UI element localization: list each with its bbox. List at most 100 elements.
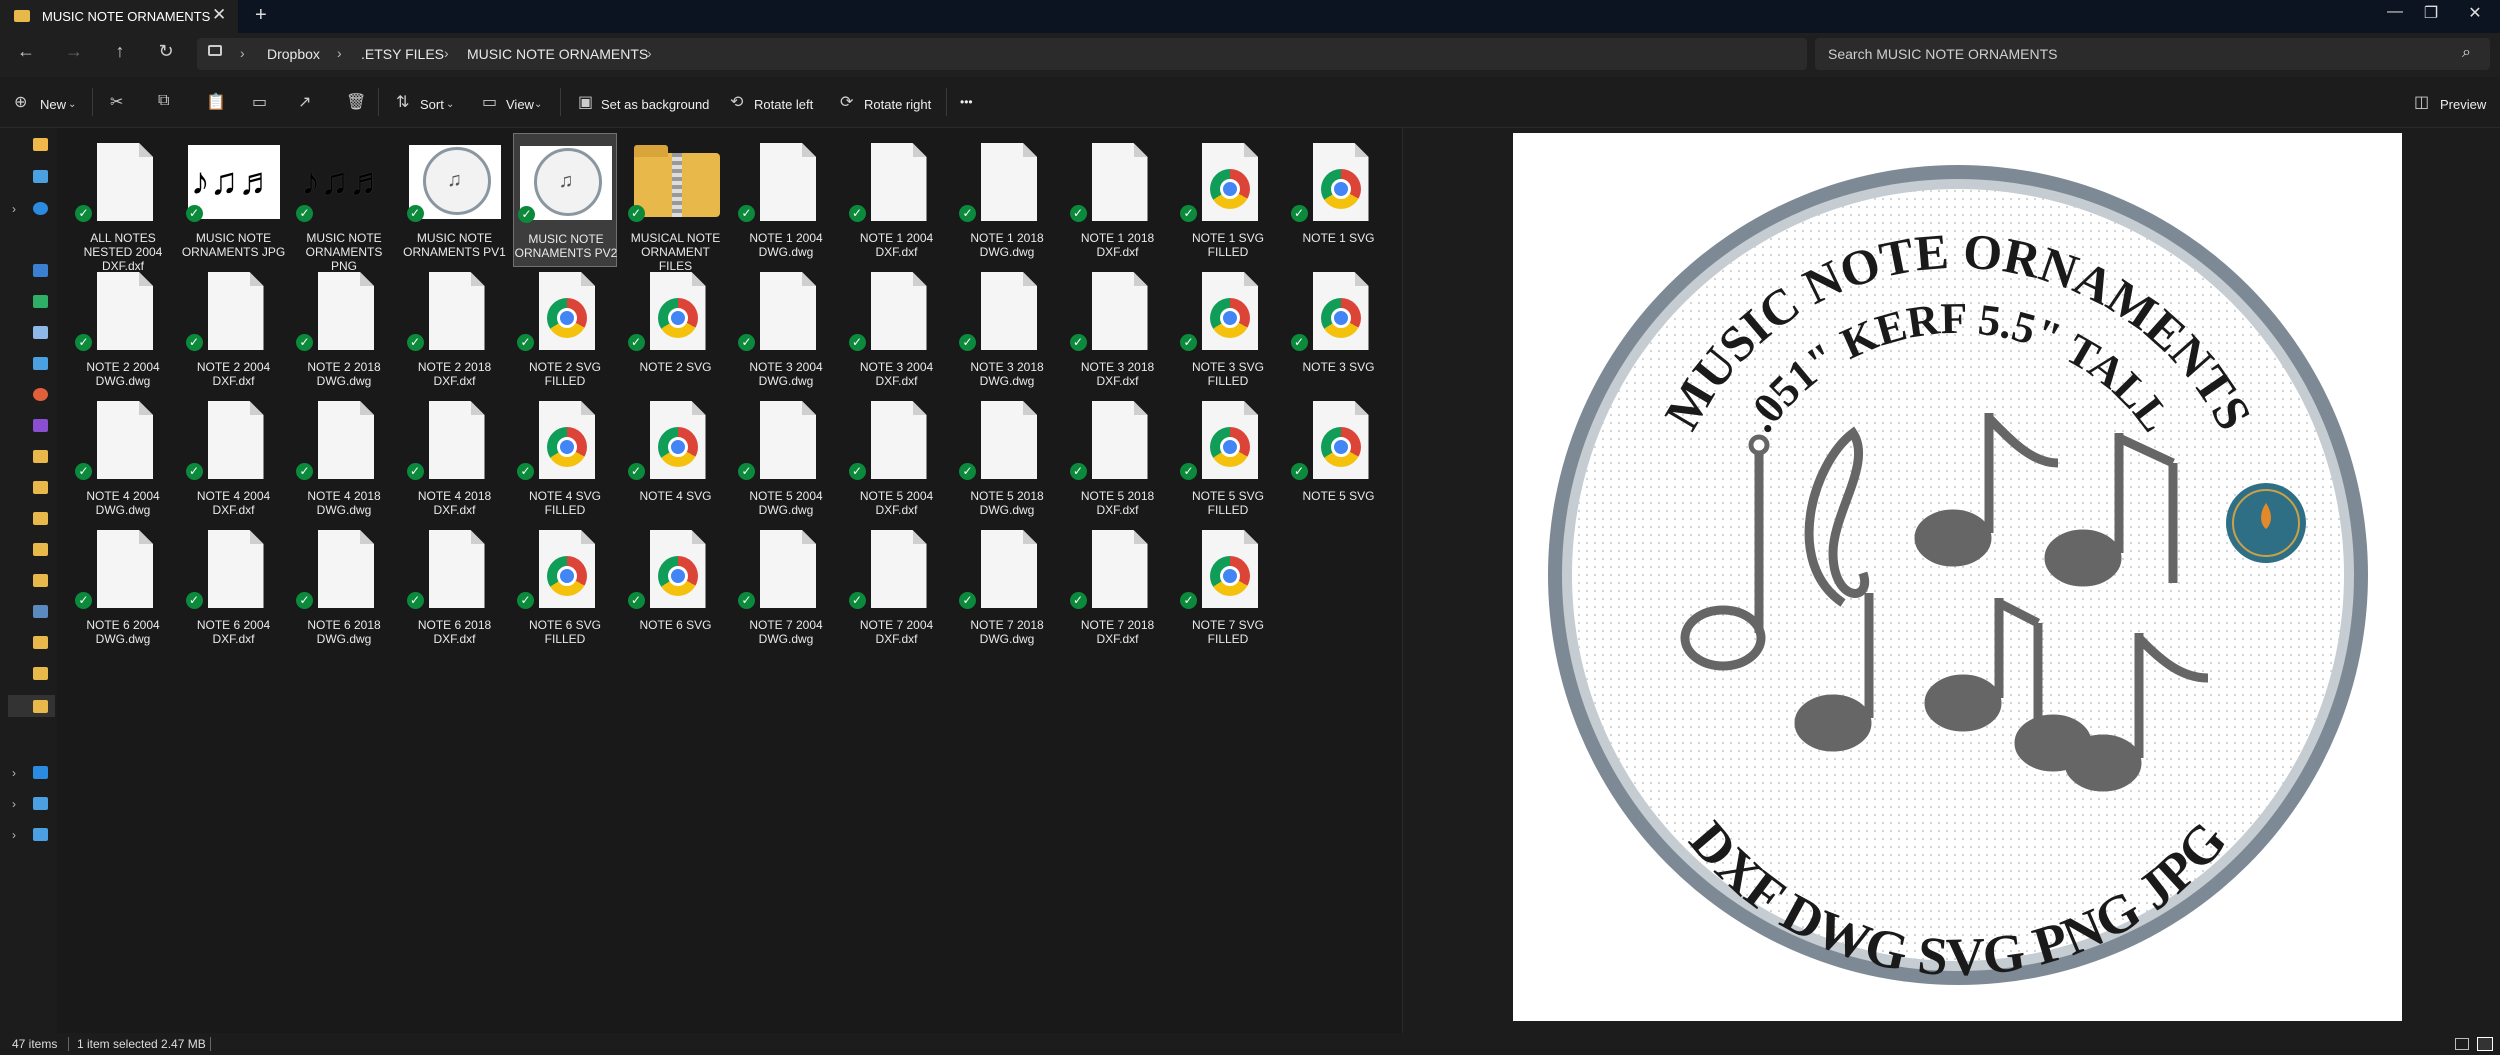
minimize-button[interactable]: —: [2380, 3, 2410, 21]
file-item[interactable]: ✓ NOTE 3 2004 DWG.dwg: [734, 262, 838, 396]
refresh-button[interactable]: ↻: [152, 41, 180, 62]
file-item[interactable]: ✓ NOTE 7 2018 DWG.dwg: [955, 520, 1059, 654]
folder-icon[interactable]: [33, 450, 48, 463]
file-item[interactable]: ✓ NOTE 7 SVG FILLED: [1176, 520, 1280, 654]
file-item[interactable]: ✓ NOTE 7 2004 DXF.dxf: [845, 520, 949, 654]
file-item[interactable]: ✓ NOTE 6 SVG FILLED: [513, 520, 617, 654]
this-pc-icon[interactable]: [33, 797, 48, 810]
file-item[interactable]: ✓ NOTE 2 2004 DWG.dwg: [71, 262, 175, 396]
tab-music-note-ornaments[interactable]: MUSIC NOTE ORNAMENTS ✕: [0, 0, 238, 33]
large-icons-view-icon[interactable]: [2477, 1037, 2493, 1051]
cut-icon[interactable]: ✂: [110, 92, 123, 112]
file-item[interactable]: ♪♫♬ ✓ MUSIC NOTE ORNAMENTS PNG: [292, 133, 396, 273]
file-item[interactable]: ✓ NOTE 4 SVG: [624, 391, 728, 525]
breadcrumb-music-note-ornaments[interactable]: MUSIC NOTE ORNAMENTS: [467, 46, 648, 62]
file-item[interactable]: ♫ ✓ MUSIC NOTE ORNAMENTS PV1: [403, 133, 507, 267]
folder-icon[interactable]: [33, 574, 48, 587]
tab-close-button[interactable]: ✕: [212, 5, 226, 25]
file-item[interactable]: ✓ NOTE 3 SVG: [1287, 262, 1391, 396]
rotate-right-button[interactable]: Rotate right: [864, 97, 931, 112]
breadcrumb-etsy-files[interactable]: .ETSY FILES: [361, 46, 444, 62]
file-item[interactable]: ✓ NOTE 1 2004 DWG.dwg: [734, 133, 838, 267]
file-item[interactable]: ✓ NOTE 4 2004 DXF.dxf: [182, 391, 286, 525]
downloads-icon[interactable]: [33, 295, 48, 308]
maximize-button[interactable]: ❐: [2416, 3, 2446, 23]
file-item[interactable]: ✓ NOTE 4 2004 DWG.dwg: [71, 391, 175, 525]
file-item[interactable]: ✓ NOTE 1 2018 DXF.dxf: [1066, 133, 1170, 267]
file-item[interactable]: ♪♫♬ ✓ MUSIC NOTE ORNAMENTS JPG: [182, 133, 286, 267]
home-icon[interactable]: [33, 138, 48, 151]
chevron-right-icon[interactable]: ›: [12, 828, 16, 842]
share-icon[interactable]: ↗: [298, 92, 311, 112]
folder-icon[interactable]: [33, 543, 48, 556]
set-as-background-button[interactable]: Set as background: [601, 97, 709, 112]
chevron-right-icon[interactable]: ›: [12, 797, 16, 811]
file-item[interactable]: ✓ NOTE 5 2004 DXF.dxf: [845, 391, 949, 525]
file-item[interactable]: ✓ NOTE 2 SVG: [624, 262, 728, 396]
file-item[interactable]: ✓ NOTE 4 SVG FILLED: [513, 391, 617, 525]
file-item[interactable]: ✓ NOTE 3 SVG FILLED: [1176, 262, 1280, 396]
file-item[interactable]: ✓ NOTE 6 SVG: [624, 520, 728, 654]
folder-icon[interactable]: [33, 636, 48, 649]
desktop-icon[interactable]: [33, 264, 48, 277]
file-item[interactable]: ✓ NOTE 5 2004 DWG.dwg: [734, 391, 838, 525]
back-button[interactable]: ←: [12, 41, 40, 62]
file-item[interactable]: ✓ NOTE 2 2004 DXF.dxf: [182, 262, 286, 396]
file-item[interactable]: ✓ NOTE 1 2004 DXF.dxf: [845, 133, 949, 267]
file-item[interactable]: ✓ NOTE 3 2004 DXF.dxf: [845, 262, 949, 396]
file-item[interactable]: ✓ NOTE 6 2004 DXF.dxf: [182, 520, 286, 654]
gallery-icon[interactable]: [33, 170, 48, 183]
window-close-button[interactable]: ✕: [2460, 3, 2490, 23]
new-tab-button[interactable]: +: [255, 4, 267, 27]
file-item[interactable]: ✓ NOTE 6 2004 DWG.dwg: [71, 520, 175, 654]
chevron-right-icon[interactable]: ›: [12, 766, 16, 780]
file-item[interactable]: ✓ NOTE 6 2018 DXF.dxf: [403, 520, 507, 654]
delete-icon[interactable]: 🗑: [346, 92, 366, 112]
file-item[interactable]: ✓ NOTE 5 2018 DXF.dxf: [1066, 391, 1170, 525]
file-item[interactable]: ✓ ALL NOTES NESTED 2004 DXF.dxf: [71, 133, 175, 273]
file-item[interactable]: ✓ NOTE 1 SVG FILLED: [1176, 133, 1280, 267]
file-item[interactable]: ✓ NOTE 4 2018 DWG.dwg: [292, 391, 396, 525]
search-input[interactable]: Search MUSIC NOTE ORNAMENTS: [1828, 46, 2057, 62]
sort-button[interactable]: Sort: [420, 97, 444, 112]
pictures-icon[interactable]: [33, 357, 48, 370]
folder-icon[interactable]: [33, 605, 48, 618]
documents-icon[interactable]: [33, 326, 48, 339]
preview-button[interactable]: Preview: [2440, 97, 2486, 112]
file-item[interactable]: ✓ NOTE 7 2018 DXF.dxf: [1066, 520, 1170, 654]
videos-icon[interactable]: [33, 419, 48, 432]
file-item[interactable]: ✓ MUSICAL NOTE ORNAMENT FILES: [624, 133, 728, 273]
rotate-left-button[interactable]: Rotate left: [754, 97, 813, 112]
up-button[interactable]: ↑: [106, 41, 134, 62]
folder-icon[interactable]: [33, 512, 48, 525]
file-item[interactable]: ✓ NOTE 2 2018 DWG.dwg: [292, 262, 396, 396]
file-item[interactable]: ✓ NOTE 5 2018 DWG.dwg: [955, 391, 1059, 525]
more-options-button[interactable]: •••: [960, 95, 973, 109]
file-item[interactable]: ✓ NOTE 6 2018 DWG.dwg: [292, 520, 396, 654]
breadcrumb-dropbox[interactable]: Dropbox: [267, 46, 320, 62]
onedrive-icon[interactable]: [33, 202, 48, 215]
new-button[interactable]: New: [40, 97, 66, 112]
forward-button[interactable]: →: [60, 41, 88, 62]
folder-icon[interactable]: [33, 700, 48, 713]
file-item[interactable]: ✓ NOTE 5 SVG: [1287, 391, 1391, 525]
music-icon[interactable]: [33, 388, 48, 401]
folder-icon[interactable]: [33, 667, 48, 680]
file-item[interactable]: ✓ NOTE 5 SVG FILLED: [1176, 391, 1280, 525]
rename-icon[interactable]: ▭: [252, 92, 267, 112]
file-item[interactable]: ✓ NOTE 3 2018 DXF.dxf: [1066, 262, 1170, 396]
file-item[interactable]: ✓ NOTE 3 2018 DWG.dwg: [955, 262, 1059, 396]
network-icon[interactable]: [33, 828, 48, 841]
paste-icon[interactable]: 📋: [206, 92, 226, 112]
dropbox-icon[interactable]: [33, 766, 48, 779]
file-item[interactable]: ✓ NOTE 1 SVG: [1287, 133, 1391, 267]
view-button[interactable]: View: [506, 97, 534, 112]
file-item[interactable]: ✓ NOTE 7 2004 DWG.dwg: [734, 520, 838, 654]
chevron-right-icon[interactable]: ›: [12, 202, 16, 216]
file-item[interactable]: ✓ NOTE 1 2018 DWG.dwg: [955, 133, 1059, 267]
file-item[interactable]: ♫ ✓ MUSIC NOTE ORNAMENTS PV2: [513, 133, 617, 267]
file-item[interactable]: ✓ NOTE 2 2018 DXF.dxf: [403, 262, 507, 396]
folder-icon[interactable]: [33, 481, 48, 494]
file-item[interactable]: ✓ NOTE 4 2018 DXF.dxf: [403, 391, 507, 525]
file-item[interactable]: ✓ NOTE 2 SVG FILLED: [513, 262, 617, 396]
